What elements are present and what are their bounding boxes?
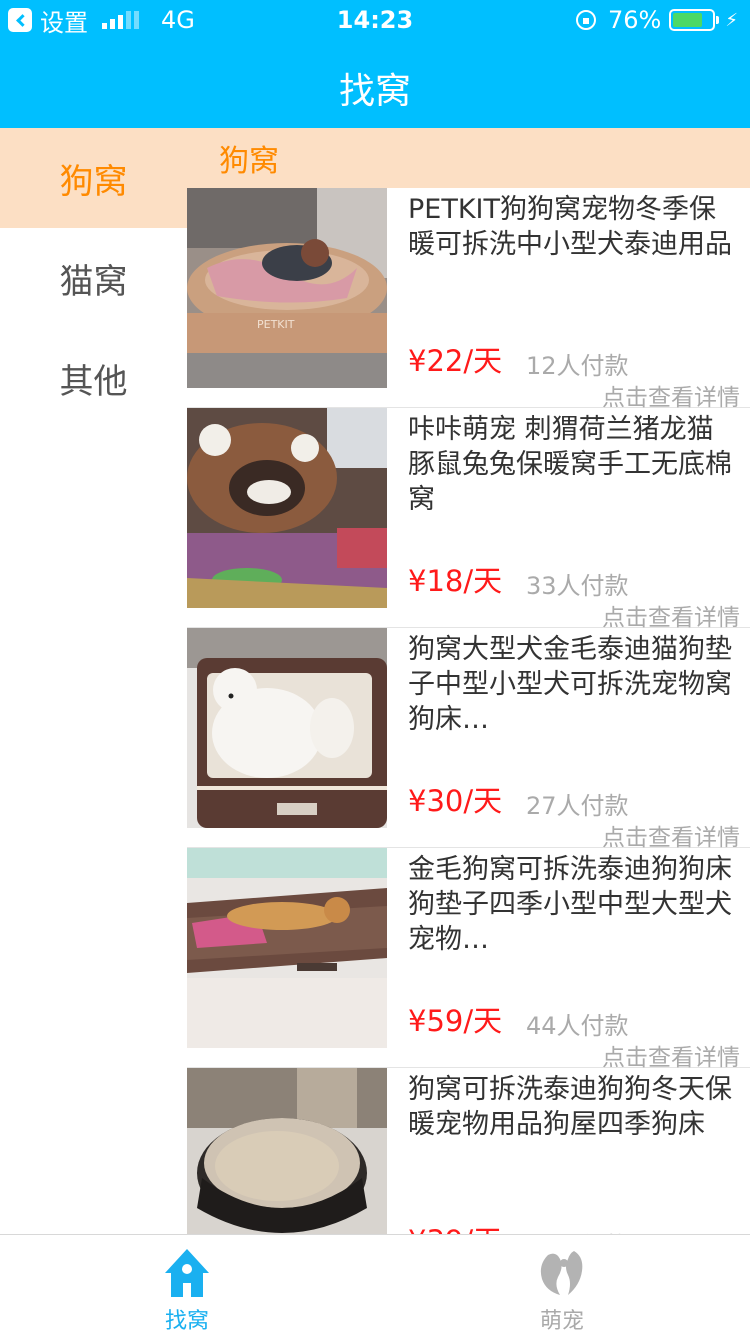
product-item[interactable]: 金毛狗窝可拆洗泰迪狗狗床狗垫子四季小型中型大型犬宠物… ¥59/天 44人付款 … [187, 848, 750, 1071]
tab-cute-pets[interactable]: 萌宠 [462, 1235, 662, 1334]
product-title: 狗窝大型犬金毛泰迪猫狗垫子中型小型犬可拆洗宠物窝狗床… [408, 634, 732, 735]
sidebar-item-cat-bed[interactable]: 猫窝 [0, 228, 187, 328]
product-item[interactable]: 狗窝可拆洗泰迪狗狗冬天保暖宠物用品狗屋四季狗床 ¥39/天 18人付款 点击查看… [187, 1068, 750, 1234]
product-sold-count: 12人付款 [526, 352, 629, 380]
product-title: 狗窝可拆洗泰迪狗狗冬天保暖宠物用品狗屋四季狗床 [408, 1074, 732, 1140]
product-image: PETKIT [187, 188, 387, 388]
view-details-link[interactable]: 点击查看详情 [602, 598, 740, 632]
product-price: ¥22/天 [408, 344, 503, 378]
product-sold-count: 33人付款 [526, 572, 629, 600]
tab-bar: 找窝 萌宠 [0, 1234, 750, 1334]
page-title: 找窝 [338, 71, 411, 112]
product-image [187, 1068, 387, 1234]
tab-find-nest[interactable]: 找窝 [87, 1235, 287, 1334]
product-list-panel: 狗窝 PETKIT PETKIT狗狗窝宠物冬季保暖可拆洗中小型犬泰迪用品 ¥22… [187, 128, 750, 1234]
svg-text:PETKIT: PETKIT [257, 318, 295, 331]
product-item[interactable]: PETKIT PETKIT狗狗窝宠物冬季保暖可拆洗中小型犬泰迪用品 ¥22/天 … [187, 188, 750, 411]
header: 设置 4G 14:23 76% ⚡ 找窝 [0, 0, 750, 128]
product-price: ¥59/天 [408, 1004, 503, 1038]
sidebar-item-label: 其他 [59, 361, 128, 402]
sidebar-item-dog-bed[interactable]: 狗窝 [0, 128, 187, 228]
product-price: ¥39/天 [408, 1218, 502, 1234]
product-sold-count: 18人付款 [526, 1226, 629, 1234]
view-details-link[interactable]: 点击查看详情 [602, 1038, 740, 1072]
product-price: ¥18/天 [408, 564, 503, 598]
product-image [187, 408, 387, 608]
category-sidebar: 狗窝 猫窝 其他 [0, 128, 187, 1234]
product-sold-count: 44人付款 [526, 1012, 629, 1040]
product-item[interactable]: 狗窝大型犬金毛泰迪猫狗垫子中型小型犬可拆洗宠物窝狗床… ¥30/天 27人付款 … [187, 628, 750, 851]
status-bar: 设置 4G 14:23 76% ⚡ [0, 0, 750, 40]
status-right: 76% ⚡ [576, 6, 738, 34]
product-sold-count: 27人付款 [526, 792, 629, 820]
sidebar-item-label: 狗窝 [59, 161, 128, 202]
tab-label: 找窝 [164, 1309, 209, 1334]
tab-label: 萌宠 [539, 1309, 584, 1334]
battery-icon [669, 9, 720, 31]
sidebar-item-label: 猫窝 [59, 261, 128, 302]
product-image [187, 628, 387, 828]
charging-icon: ⚡ [725, 9, 738, 31]
view-details-link[interactable]: 点击查看详情 [602, 818, 740, 852]
product-image [187, 848, 387, 1048]
product-price: ¥30/天 [408, 784, 503, 818]
product-title: PETKIT狗狗窝宠物冬季保暖可拆洗中小型犬泰迪用品 [408, 194, 732, 260]
orientation-lock-icon [576, 10, 597, 30]
pet-icon [540, 1251, 583, 1295]
house-icon [165, 1249, 209, 1297]
product-title: 咔咔萌宠 刺猬荷兰猪龙猫豚鼠兔兔保暖窝手工无底棉窝 [408, 414, 732, 515]
category-header: 狗窝 [187, 128, 750, 188]
battery-percent: 76% [608, 6, 662, 34]
product-item[interactable]: 咔咔萌宠 刺猬荷兰猪龙猫豚鼠兔兔保暖窝手工无底棉窝 ¥18/天 33人付款 点击… [187, 408, 750, 631]
view-details-link[interactable]: 点击查看详情 [602, 378, 740, 412]
sidebar-item-other[interactable]: 其他 [0, 328, 187, 428]
product-title: 金毛狗窝可拆洗泰迪狗狗床狗垫子四季小型中型大型犬宠物… [408, 854, 732, 955]
